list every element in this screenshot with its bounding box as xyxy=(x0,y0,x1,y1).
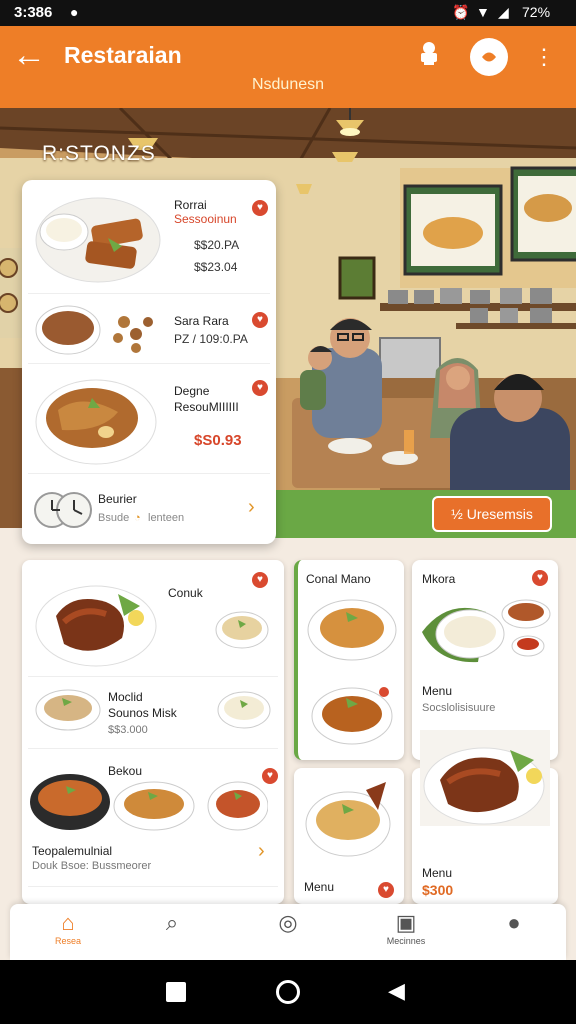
dish-image xyxy=(35,197,161,283)
dish-image xyxy=(35,585,157,667)
dish-subname: Bsude xyxy=(98,512,130,524)
dish-image xyxy=(307,599,397,661)
dish-name: Degne xyxy=(174,384,210,398)
menu-card[interactable]: Menu ♥ xyxy=(294,768,404,904)
compass-icon: ◎ xyxy=(278,910,298,935)
dish-subname: Sessooinun xyxy=(174,212,237,226)
nav-home[interactable]: ⌂ Resea xyxy=(38,910,98,946)
list-item[interactable]: Rorrai Sessooinun $$20.PA $$23.04 ♥ xyxy=(28,186,270,294)
chevron-right-icon[interactable]: › xyxy=(248,496,255,519)
status-bar: 3:386 ● ⏰ ▼ ◢ 72% xyxy=(0,0,576,26)
profile-circle-icon[interactable] xyxy=(470,38,508,76)
home-icon: ⌂ xyxy=(61,910,75,935)
page-title: Restaraian xyxy=(64,42,182,68)
menu-card[interactable]: Menu $300 xyxy=(412,730,558,904)
dish-price-alt: $$23.04 xyxy=(194,260,238,274)
card-label: Menu xyxy=(422,866,453,880)
card-title: Conal Mano xyxy=(306,572,371,586)
bottom-navigation: ⌂ Resea ⌕ ◎ ▣ Mecinnes ● xyxy=(10,904,566,960)
more-vertical-icon[interactable]: ⋮ xyxy=(525,38,563,76)
nav-menus[interactable]: ▣ Mecinnes xyxy=(376,910,436,946)
dish-name: Sara Rara xyxy=(174,314,229,328)
favorite-icon[interactable]: ♥ xyxy=(252,200,268,216)
wifi-icon: ▼ xyxy=(476,4,490,20)
dish-image xyxy=(35,305,153,355)
favorite-icon[interactable]: ♥ xyxy=(252,312,268,328)
dish-image xyxy=(311,687,393,745)
card-label: Menu xyxy=(422,684,453,698)
list-item[interactable]: Sara Rara PZ / 109:0.PA ♥ xyxy=(28,298,270,364)
nav-search[interactable]: ⌕ xyxy=(142,910,202,936)
dish-image xyxy=(305,782,391,857)
alarm-icon: ⏰ xyxy=(452,4,470,20)
status-time: 3:386 xyxy=(14,4,53,21)
timer-icon: ◔ xyxy=(134,512,141,524)
dish-row-image xyxy=(30,774,268,831)
nav-label: Mecinnes xyxy=(386,936,426,946)
menu-book-icon: ▣ xyxy=(395,910,417,935)
chef-icon[interactable] xyxy=(410,38,448,76)
list-item[interactable]: Degne ResouMIIIIII $S0.93 ♥ xyxy=(28,368,270,474)
dish-extra: lenteen xyxy=(148,512,185,524)
dish-image xyxy=(420,730,550,826)
user-icon: ● xyxy=(507,910,521,935)
home-button[interactable] xyxy=(276,980,300,1004)
featured-dishes-card: Rorrai Sessooinun $$20.PA $$23.04 ♥ Sara… xyxy=(22,180,276,544)
notification-icon: ● xyxy=(70,4,79,20)
dish-subname: ResouMIIIIII xyxy=(174,400,239,414)
dish-price: $S0.93 xyxy=(194,432,242,449)
footer-title: Teopalemulnial xyxy=(32,844,113,858)
menu-card[interactable]: Conal Mano xyxy=(294,560,404,760)
system-navigation-bar: ◀ xyxy=(0,960,576,1024)
side-dish-image xyxy=(217,691,271,729)
favorite-icon[interactable]: ♥ xyxy=(532,570,548,586)
dish-name: Beurier xyxy=(98,492,137,506)
card-subtitle: Socslolisisuure xyxy=(422,702,496,714)
divider xyxy=(28,748,278,749)
favorite-icon[interactable]: ♥ xyxy=(252,380,268,396)
side-dish-image xyxy=(215,611,269,649)
search-icon: ⌕ xyxy=(165,910,179,935)
hero-heading: R:STONZS xyxy=(42,142,156,165)
app-bar: ← Restaraian Nsdunesn ⋮ xyxy=(0,26,576,108)
nav-label: Resea xyxy=(54,936,81,946)
footer-subtitle: Douk Bsoe: Bussmeorer xyxy=(32,860,152,872)
page-subtitle: Nsdunesn xyxy=(251,76,325,93)
order-button[interactable]: ½ Uresemsis xyxy=(432,496,552,532)
chevron-right-icon[interactable]: › xyxy=(258,840,265,863)
arrow-left-icon[interactable]: ← xyxy=(12,38,46,72)
divider xyxy=(28,676,278,677)
card-title: Conuk xyxy=(168,586,203,600)
dish-image xyxy=(35,379,157,465)
menu-card-large: Conuk ♥ Moclid Sounos Misk $$3.000 Bekou… xyxy=(22,560,284,904)
back-button[interactable]: ◀ xyxy=(388,978,405,1004)
clock-icon xyxy=(34,492,92,528)
card-title: Mkora xyxy=(422,572,456,586)
signal-icon: ◢ xyxy=(498,4,509,20)
divider xyxy=(28,886,278,887)
dish-name: Sounos Misk xyxy=(108,706,177,720)
dish-image xyxy=(422,599,551,663)
dish-price: $$3.000 xyxy=(108,724,148,736)
dish-image xyxy=(35,689,101,731)
nav-explore[interactable]: ◎ xyxy=(258,910,318,936)
dish-name: Moclid xyxy=(108,690,143,704)
favorite-icon[interactable]: ♥ xyxy=(378,882,394,898)
recents-button[interactable] xyxy=(166,982,186,1002)
card-title: Menu xyxy=(304,880,335,894)
dish-price: $$20.PA xyxy=(194,238,240,252)
nav-profile[interactable]: ● xyxy=(484,910,544,936)
dish-subname: PZ / 109:0.PA xyxy=(174,332,248,346)
list-item[interactable]: Beurier Bsude ◔ lenteen › xyxy=(28,478,270,538)
card-price: $300 xyxy=(422,882,454,898)
favorite-icon[interactable]: ♥ xyxy=(252,572,268,588)
battery-level: 72% xyxy=(522,4,551,20)
dish-name: Rorrai xyxy=(174,198,207,212)
